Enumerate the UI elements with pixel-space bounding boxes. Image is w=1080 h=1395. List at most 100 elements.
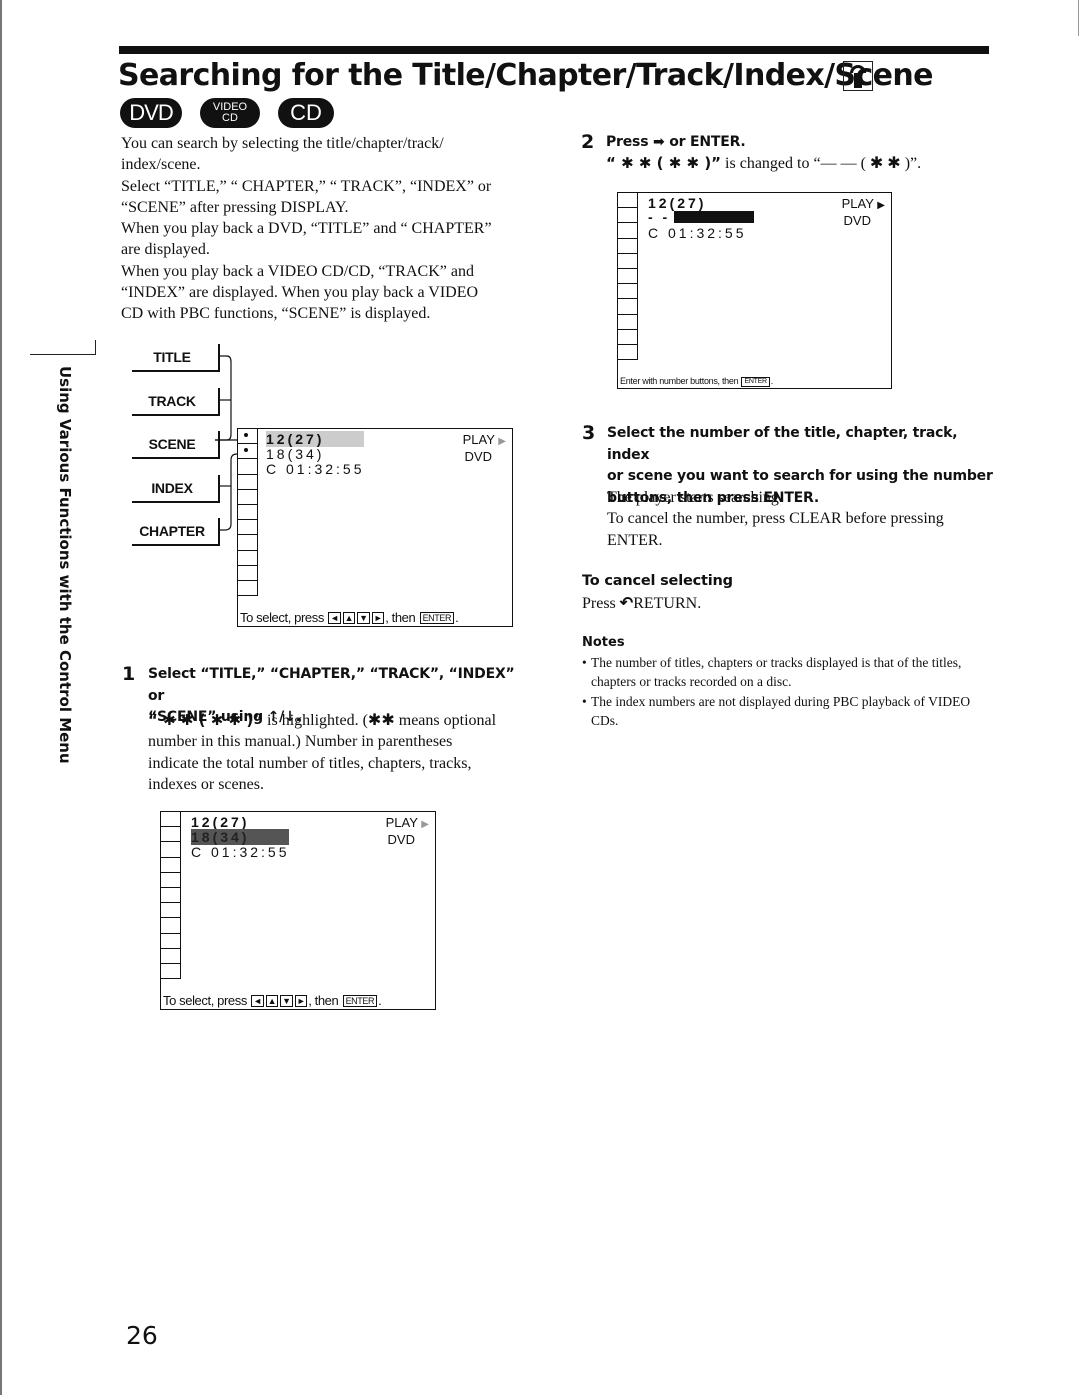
- osd-play-status: PLAY ▶ DVD: [842, 196, 885, 228]
- notes-heading: Notes: [582, 635, 625, 650]
- osd-footer-end: .: [378, 993, 382, 1008]
- osd-column-cell: [161, 812, 181, 828]
- osd-column-cell: [161, 918, 181, 934]
- osd-screen-step2: 12(27) - - C 01:32:55 PLAY ▶ DVD Enter w…: [617, 192, 892, 389]
- step-3-heading-line: Select the number of the title, chapter,…: [607, 425, 958, 463]
- osd-column-cell: [238, 474, 258, 490]
- osd-column-cell: [238, 565, 258, 581]
- osd-time-line: C 01:32:55: [648, 225, 747, 241]
- osd-footer-end: .: [770, 376, 774, 386]
- osd-entry-highlight: [674, 211, 755, 223]
- side-tab-label: Using Various Functions with the Control…: [56, 366, 74, 764]
- note-item: The number of titles, chapters or tracks…: [582, 653, 987, 692]
- osd-chapter-line: 18(34): [191, 829, 290, 845]
- bullet-icon: [244, 448, 248, 453]
- osd-icon-column: [238, 429, 258, 597]
- dvd-badge-label: DVD: [129, 100, 173, 125]
- osd-icon-column: [161, 812, 181, 980]
- osd-play-label: PLAY: [841, 196, 874, 211]
- osd-column-cell: [238, 444, 258, 460]
- play-icon: ▶: [877, 200, 885, 211]
- osd-icon-column: [618, 193, 638, 361]
- enter-key-icon: ENTER: [741, 377, 770, 387]
- down-arrow-key-icon: ▼: [280, 995, 293, 1007]
- step-2-number: 2: [581, 131, 595, 153]
- osd-column-cell: [618, 299, 638, 315]
- osd-column-cell: [161, 903, 181, 919]
- notes-list: The number of titles, chapters or tracks…: [582, 653, 987, 730]
- osd-screen-step1: 12(27) 18(34) C 01:32:55 PLAY ▶ DVD To s…: [160, 811, 436, 1010]
- osd-column-cell: [238, 520, 258, 536]
- osd-column-cell: [618, 238, 638, 254]
- intro-line: “INDEX” are displayed. When you play bac…: [121, 284, 479, 302]
- osd-disc-type: DVD: [464, 449, 492, 464]
- asterisk-placeholder: “ ✱ ✱ ( ✱ ✱ )”: [148, 711, 264, 729]
- osd-column-cell: [161, 948, 181, 964]
- dvd-badge-icon: DVD: [120, 98, 182, 128]
- up-arrow-key-icon: ▲: [265, 995, 279, 1007]
- side-tab-marker: [30, 340, 96, 355]
- osd-column-cell: [238, 535, 258, 551]
- osd-play-label: PLAY: [385, 815, 418, 830]
- osd-chapter-value-highlighted: 18(34): [191, 829, 290, 845]
- menu-label-title: TITLE: [132, 344, 220, 372]
- osd-column-cell: [618, 193, 638, 209]
- left-arrow-key-icon: ◄: [328, 612, 341, 624]
- osd-number-entry-dashes: - -: [648, 209, 671, 225]
- osd-column-cell: [238, 489, 258, 505]
- osd-title-line: 12(27): [191, 814, 250, 830]
- step-1-number: 1: [122, 663, 136, 685]
- step-3-heading-line: or scene you want to search for using th…: [607, 468, 993, 484]
- play-icon: ▶: [421, 819, 429, 830]
- step-1-body-line: number in this manual.) Number in parent…: [148, 733, 453, 751]
- signal-wave-icon: [850, 65, 866, 73]
- cancel-text-suffix: RETURN.: [633, 595, 702, 612]
- step-3-body-line: To cancel the number, press CLEAR before…: [607, 510, 944, 528]
- note-item: The index numbers are not displayed duri…: [582, 692, 987, 731]
- intro-line: “SCENE” after pressing DISPLAY.: [121, 198, 349, 216]
- osd-column-cell: [238, 504, 258, 521]
- osd-disc-type: DVD: [387, 832, 415, 847]
- down-arrow-key-icon: ▼: [357, 612, 370, 624]
- step-1-body-line: indicate the total number of titles, cha…: [148, 754, 472, 772]
- osd-column-cell: [161, 872, 181, 888]
- osd-footer-instructions: To select, press ◄ ▲ ▼ ►, then ENTER.: [163, 993, 382, 1008]
- osd-column-cell: [618, 344, 638, 361]
- osd-footer-text: Enter with number buttons, then: [620, 376, 739, 386]
- return-icon: ↶: [619, 595, 634, 612]
- menu-label-chapter: CHAPTER: [132, 518, 220, 546]
- osd-play-status: PLAY ▶ DVD: [463, 432, 506, 464]
- osd-column-cell: [618, 329, 638, 345]
- up-arrow-key-icon: ▲: [342, 612, 356, 624]
- osd-time-line: C 01:32:55: [266, 461, 365, 477]
- page-title: Searching for the Title/Chapter/Track/In…: [118, 58, 933, 93]
- intro-line: index/scene.: [121, 156, 201, 174]
- connector-title-track: [215, 355, 232, 441]
- remote-control-icon: [843, 61, 873, 91]
- menu-label-scene: SCENE: [132, 431, 220, 459]
- disc-badges: DVD VIDEO CD CD: [120, 98, 334, 128]
- osd-column-cell: [161, 857, 181, 873]
- osd-disc-type: DVD: [843, 213, 871, 228]
- osd-footer-text: To select, press: [163, 993, 247, 1008]
- cancel-heading: To cancel selecting: [582, 573, 733, 589]
- step-3-body: The player starts searching. To cancel t…: [607, 487, 997, 551]
- step-2-heading: Press ➡ or ENTER.: [606, 134, 746, 150]
- menu-label-index: INDEX: [132, 475, 220, 503]
- play-icon: ▶: [498, 436, 506, 447]
- step-2-body: “ ✱ ✱ ( ✱ ✱ )” is changed to “— — ( ✱ ✱ …: [606, 153, 921, 174]
- page-edge: [0, 0, 2, 1395]
- osd-footer-then: , then: [385, 610, 416, 625]
- osd-column-cell: [618, 314, 638, 330]
- osd-column-cell: [618, 208, 638, 224]
- step-3-body-line: The player starts searching.: [607, 489, 783, 506]
- step-1-body: “ ✱ ✱ ( ✱ ✱ )” is highlighted. (✱✱ means…: [148, 710, 533, 795]
- asterisk-placeholder: “ ✱ ✱ ( ✱ ✱ )”: [606, 154, 722, 172]
- right-arrow-key-icon: ►: [371, 612, 385, 624]
- osd-title-line: 12(27): [266, 431, 365, 447]
- intro-line: You can search by selecting the title/ch…: [121, 135, 444, 152]
- osd-screen-menu: 12(27) 18(34) C 01:32:55 PLAY ▶ DVD To s…: [237, 428, 513, 627]
- osd-play-label: PLAY: [462, 432, 495, 447]
- intro-line: are displayed.: [121, 241, 210, 259]
- step-1-heading-line: Select “TITLE,” “CHAPTER,” “TRACK”, “IND…: [148, 666, 515, 704]
